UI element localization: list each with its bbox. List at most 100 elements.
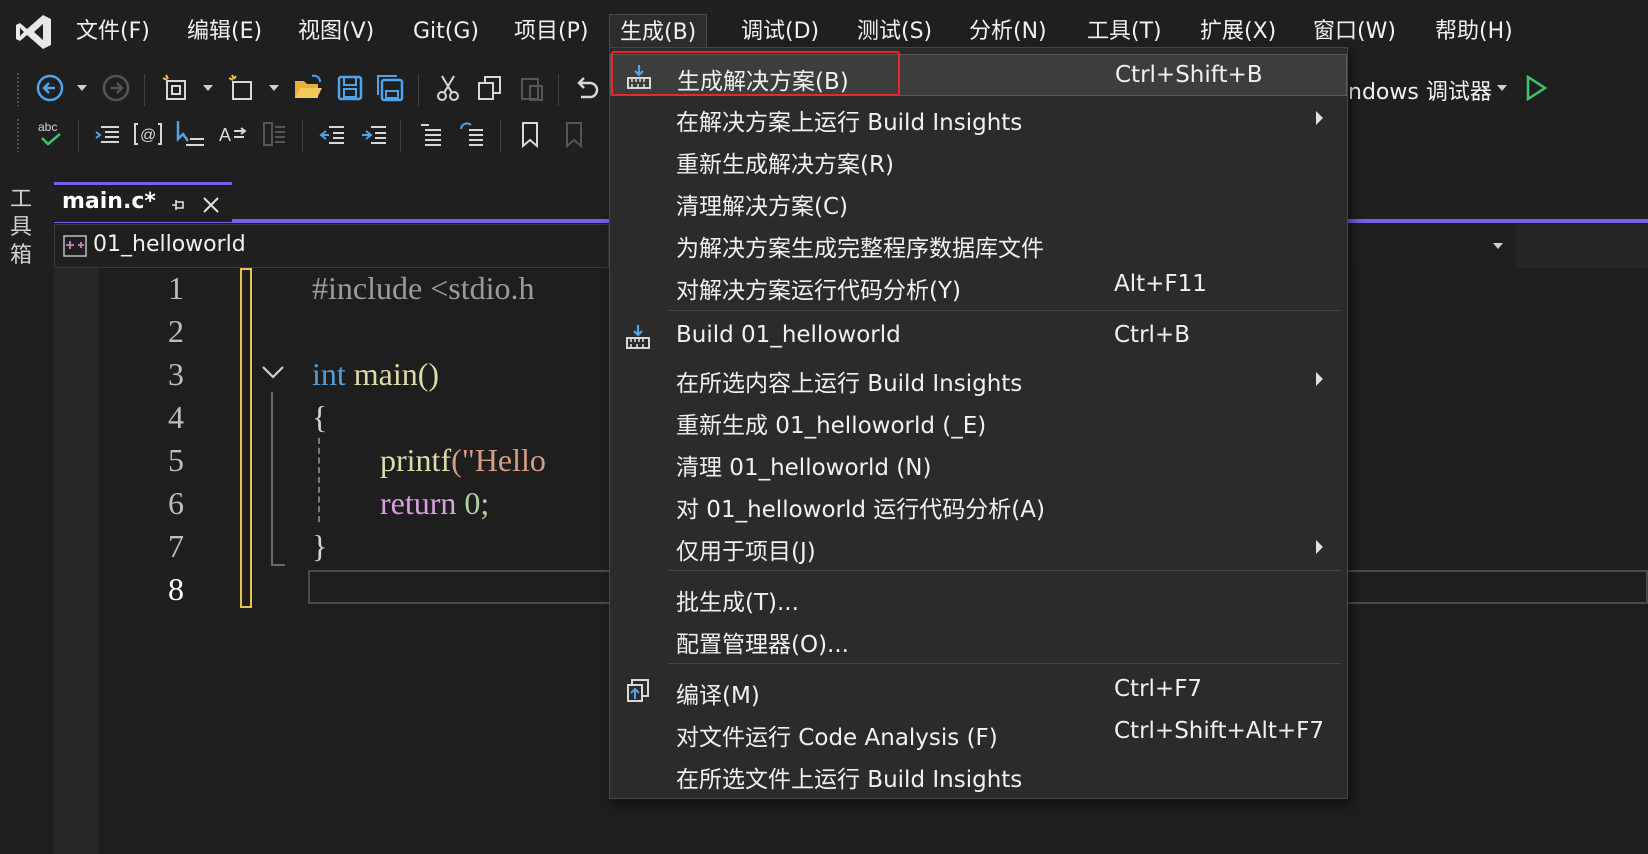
toolbar-separator bbox=[78, 120, 79, 152]
editor-margin bbox=[54, 268, 98, 854]
menu-window[interactable]: 窗口(W) bbox=[1303, 14, 1406, 50]
menu-project[interactable]: 项目(P) bbox=[504, 14, 598, 50]
menu-item-shortcut: Alt+F11 bbox=[1114, 271, 1207, 297]
menu-item-rebuild-solution[interactable]: 重新生成解决方案(R) bbox=[610, 138, 1347, 180]
menu-build[interactable]: 生成(B) bbox=[609, 14, 708, 50]
increase-indent-icon[interactable] bbox=[356, 116, 392, 152]
project-name: 01_helloworld bbox=[93, 232, 246, 257]
save-all-icon[interactable] bbox=[372, 70, 408, 106]
keyword-int: int bbox=[312, 356, 346, 392]
member-dropdown[interactable] bbox=[1348, 224, 1516, 268]
menu-item-label: 配置管理器(O)... bbox=[676, 632, 849, 658]
menu-item-label: 在解决方案上运行 Build Insights bbox=[676, 110, 1023, 136]
debugger-target-label[interactable]: ndows 调试器 bbox=[1348, 74, 1492, 106]
close-icon[interactable] bbox=[202, 196, 220, 214]
unsaved-changes-marker bbox=[240, 268, 252, 608]
svg-text:A: A bbox=[219, 125, 231, 145]
menu-tools[interactable]: 工具(T) bbox=[1077, 14, 1172, 50]
start-debugging-icon[interactable] bbox=[1518, 70, 1554, 106]
new-file-icon[interactable] bbox=[224, 70, 260, 106]
open-folder-icon[interactable] bbox=[290, 70, 326, 106]
menu-git[interactable]: Git(G) bbox=[403, 14, 489, 50]
line-number: 1 bbox=[168, 270, 184, 306]
line-number: 6 bbox=[168, 485, 184, 521]
parameter-info-icon[interactable] bbox=[172, 116, 208, 152]
chevron-down-icon[interactable] bbox=[196, 70, 220, 106]
decrease-indent-icon[interactable] bbox=[314, 116, 350, 152]
visual-studio-logo-icon[interactable] bbox=[14, 12, 54, 52]
menu-item-build-insights-selection[interactable]: 在所选内容上运行 Build Insights bbox=[610, 357, 1347, 399]
highlight-box bbox=[611, 51, 900, 96]
pin-icon[interactable] bbox=[170, 197, 186, 213]
outline-line bbox=[271, 392, 273, 566]
collapse-chevron-icon[interactable] bbox=[260, 364, 286, 380]
toolbox-tab[interactable]: 工具箱 bbox=[10, 186, 38, 270]
comment-lines-icon[interactable] bbox=[412, 116, 448, 152]
menu-item-label: 为解决方案生成完整程序数据库文件 bbox=[676, 236, 1044, 262]
copy-icon[interactable] bbox=[472, 70, 508, 106]
cpp-project-icon bbox=[63, 235, 87, 257]
new-project-icon[interactable] bbox=[158, 70, 194, 106]
cut-icon[interactable] bbox=[430, 70, 466, 106]
quick-info-icon[interactable]: @ bbox=[130, 116, 166, 152]
menu-item-build-insights-solution[interactable]: 在解决方案上运行 Build Insights bbox=[610, 96, 1347, 138]
menu-item-rebuild-project[interactable]: 重新生成 01_helloworld (_E) bbox=[610, 399, 1347, 441]
display-members-icon[interactable] bbox=[256, 116, 292, 152]
word-completion-icon[interactable]: A bbox=[214, 116, 250, 152]
bookmark-icon[interactable] bbox=[512, 116, 548, 152]
menu-item-analyze-project[interactable]: 对 01_helloworld 运行代码分析(A) bbox=[610, 483, 1347, 525]
menu-edit[interactable]: 编辑(E) bbox=[177, 14, 272, 50]
menu-extensions[interactable]: 扩展(X) bbox=[1190, 14, 1286, 50]
toolbar-separator bbox=[400, 120, 401, 152]
menu-item-build-insights-file[interactable]: 在所选文件上运行 Build Insights bbox=[610, 753, 1347, 795]
menu-test[interactable]: 测试(S) bbox=[847, 14, 942, 50]
menu-help[interactable]: 帮助(H) bbox=[1425, 14, 1523, 50]
tab-title: main.c* bbox=[62, 189, 156, 214]
undo-icon[interactable] bbox=[568, 70, 604, 106]
menu-item-label: Build 01_helloworld bbox=[676, 322, 901, 348]
menu-item-project-only[interactable]: 仅用于项目(J) bbox=[610, 525, 1347, 567]
compile-icon bbox=[627, 679, 649, 702]
spell-check-icon[interactable]: abc bbox=[32, 116, 68, 152]
code-line-6: return 0; bbox=[380, 485, 489, 522]
submenu-arrow-icon bbox=[1316, 372, 1323, 386]
menu-item-batch-build[interactable]: 批生成(T)... bbox=[610, 576, 1347, 618]
keyword-return: return bbox=[380, 485, 457, 521]
submenu-arrow-icon bbox=[1316, 111, 1323, 125]
chevron-down-icon[interactable] bbox=[70, 70, 94, 106]
paste-icon[interactable] bbox=[514, 70, 550, 106]
chevron-down-icon[interactable] bbox=[1492, 242, 1504, 250]
menu-view[interactable]: 视图(V) bbox=[288, 14, 384, 50]
menu-item-analyze-solution[interactable]: 对解决方案运行代码分析(Y) Alt+F11 bbox=[610, 264, 1347, 306]
line-number: 7 bbox=[168, 528, 184, 564]
menu-item-compile[interactable]: 编译(M) Ctrl+F7 bbox=[610, 669, 1347, 711]
menu-item-label: 编译(M) bbox=[676, 683, 760, 709]
menu-item-label: 清理 01_helloworld (N) bbox=[676, 455, 932, 481]
navigate-back-icon[interactable] bbox=[32, 70, 68, 106]
menu-debug[interactable]: 调试(D) bbox=[731, 14, 829, 50]
menu-item-configuration-manager[interactable]: 配置管理器(O)... bbox=[610, 618, 1347, 660]
format-document-icon[interactable] bbox=[90, 116, 126, 152]
menu-file[interactable]: 文件(F) bbox=[66, 14, 160, 50]
toolbar-grip[interactable] bbox=[16, 118, 20, 152]
toolbar-grip[interactable] bbox=[16, 72, 20, 106]
save-icon[interactable] bbox=[332, 70, 368, 106]
previous-bookmark-icon[interactable] bbox=[554, 116, 590, 152]
menu-item-code-analysis-file[interactable]: 对文件运行 Code Analysis (F) Ctrl+Shift+Alt+F… bbox=[610, 711, 1347, 753]
menu-item-generate-pdb[interactable]: 为解决方案生成完整程序数据库文件 bbox=[610, 222, 1347, 264]
chevron-down-icon[interactable] bbox=[262, 70, 286, 106]
code-line-1: #include <stdio.h bbox=[312, 270, 535, 306]
toolbar-separator bbox=[418, 74, 419, 106]
chevron-down-icon[interactable] bbox=[1490, 70, 1514, 106]
uncomment-lines-icon[interactable] bbox=[454, 116, 490, 152]
code-line-5: printf("Hello bbox=[380, 442, 546, 479]
menu-item-clean-solution[interactable]: 清理解决方案(C) bbox=[610, 180, 1347, 222]
toolbar-separator bbox=[302, 120, 303, 152]
menu-item-label: 在所选内容上运行 Build Insights bbox=[676, 371, 1023, 397]
menu-item-build-project[interactable]: Build 01_helloworld Ctrl+B bbox=[610, 315, 1347, 357]
navigate-forward-icon[interactable] bbox=[98, 70, 134, 106]
project-dropdown[interactable]: 01_helloworld bbox=[54, 224, 609, 268]
tab-main-c[interactable]: main.c* bbox=[54, 182, 232, 222]
menu-item-clean-project[interactable]: 清理 01_helloworld (N) bbox=[610, 441, 1347, 483]
menu-analyze[interactable]: 分析(N) bbox=[959, 14, 1057, 50]
